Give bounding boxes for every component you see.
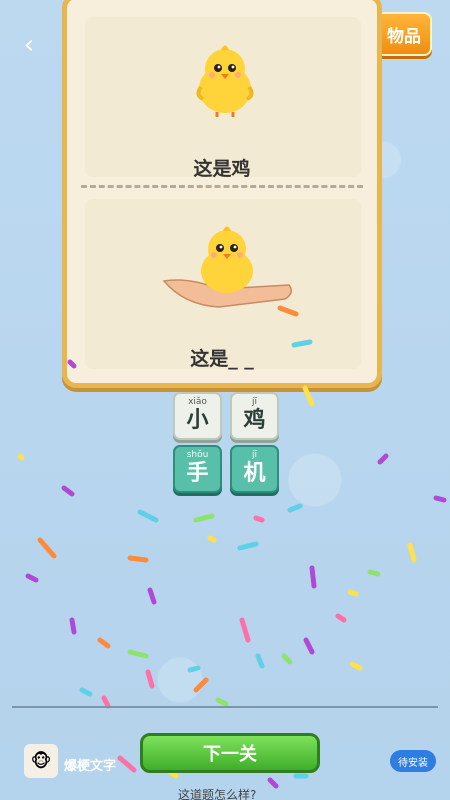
- back-button[interactable]: ‹: [14, 30, 44, 60]
- ad-app-logo[interactable]: 🐵: [24, 744, 58, 778]
- tile-char: 手: [186, 461, 209, 486]
- install-label: 待安装: [398, 757, 428, 769]
- footer-divider: [12, 706, 438, 708]
- answer-tiles: xiǎo 小 jī 鸡 shǒu 手 jī 机: [173, 392, 281, 498]
- answer-tile[interactable]: jī 鸡: [230, 392, 279, 440]
- app-logo-icon: 🐵: [30, 750, 52, 772]
- chevron-left-icon: ‹: [23, 30, 35, 60]
- install-button[interactable]: 待安装: [390, 750, 436, 772]
- tile-char: 小: [186, 408, 209, 433]
- answer-tile[interactable]: jī 机: [230, 445, 279, 493]
- tile-char: 鸡: [243, 408, 266, 433]
- answer-tile[interactable]: xiǎo 小: [173, 392, 222, 440]
- dashed-divider: [81, 185, 363, 188]
- chick-in-hand-image: [162, 226, 292, 308]
- next-level-button[interactable]: 下一关: [140, 733, 320, 773]
- bottom-caption: 这是_ _: [190, 348, 254, 370]
- tile-pinyin: shǒu: [186, 450, 209, 460]
- next-level-label: 下一关: [203, 744, 257, 765]
- answer-tile[interactable]: shǒu 手: [173, 445, 222, 493]
- puzzle-card: 这是鸡 这是_ _: [62, 0, 382, 388]
- ad-app-name: 爆梗文字: [64, 759, 117, 774]
- chick-image: [196, 45, 254, 117]
- feedback-link[interactable]: 这道题怎么样?: [178, 786, 256, 800]
- items-button[interactable]: 物品: [376, 12, 432, 56]
- tile-char: 机: [243, 461, 266, 486]
- items-button-label: 物品: [387, 26, 421, 47]
- tile-pinyin: xiǎo: [188, 397, 207, 407]
- tile-pinyin: jī: [251, 450, 257, 460]
- top-caption: 这是鸡: [193, 158, 251, 180]
- tile-pinyin: jī: [251, 397, 257, 407]
